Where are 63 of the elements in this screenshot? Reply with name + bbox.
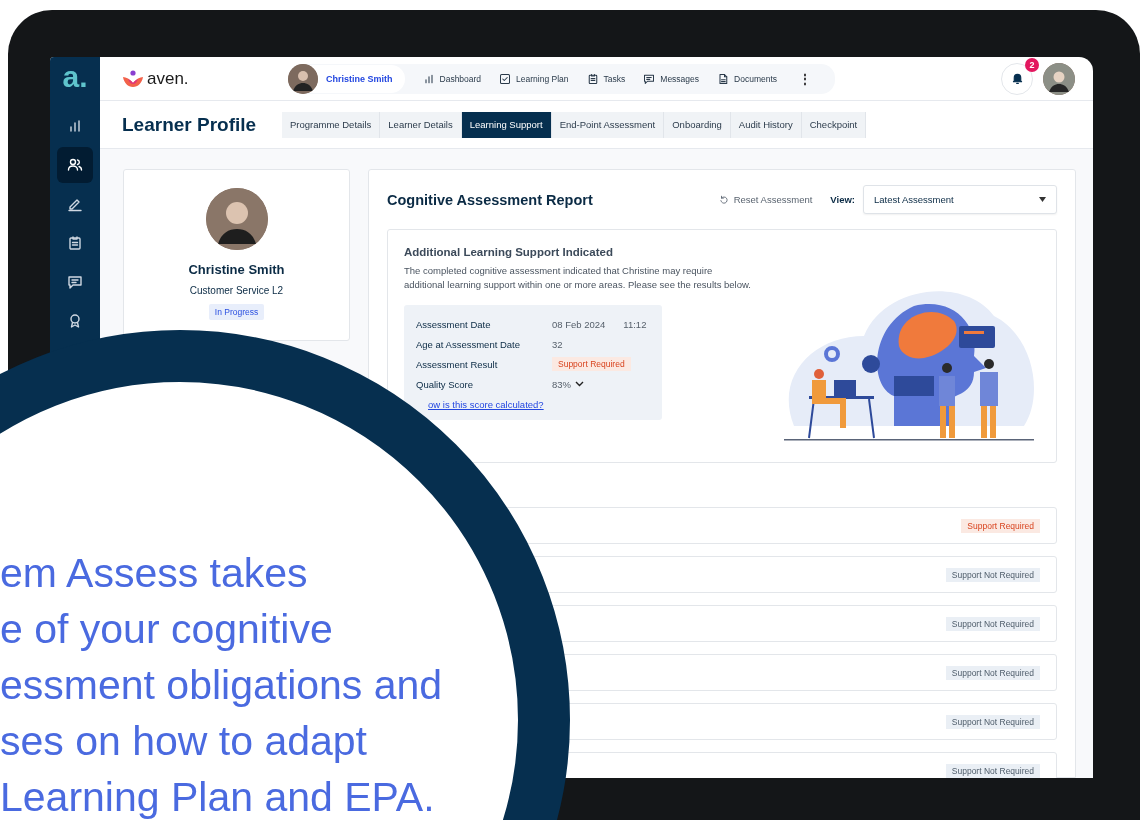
detail-label: Assessment Result bbox=[416, 358, 499, 370]
learner-name: Christine Smith bbox=[188, 262, 285, 277]
nav-link[interactable]: Dashboard bbox=[422, 72, 482, 85]
detail-label: Assessment Date bbox=[416, 318, 492, 330]
score-help-link[interactable]: ow is this score calculated? bbox=[428, 399, 544, 410]
detail-time: 11:12 bbox=[623, 318, 647, 330]
summary-text: The completed cognitive assessment indicated that Christine may require additional learning support within one or more areas. Please see the results below. bbox=[404, 264, 752, 291]
avatar-icon bbox=[205, 188, 268, 250]
detail-label: Quality Score bbox=[416, 378, 475, 390]
tab[interactable]: Learning Support bbox=[461, 111, 552, 138]
status-badge: Support Not Required bbox=[945, 616, 1040, 631]
message-icon bbox=[643, 72, 656, 85]
sidebar-item[interactable] bbox=[57, 147, 93, 183]
bell-icon bbox=[1010, 72, 1024, 85]
checkbox-icon bbox=[499, 72, 512, 85]
promo-text: em Assess takes e of your cognitive essment obligations and ses on how to adapt Learning Plan and EPA. bbox=[0, 549, 443, 820]
user-pill[interactable]: Christine Smith bbox=[288, 64, 405, 93]
tab[interactable]: Onboarding bbox=[664, 111, 731, 138]
people-icon bbox=[67, 157, 83, 173]
award-icon bbox=[67, 313, 83, 329]
result-badge: Support Required bbox=[552, 357, 631, 371]
detail-value: 32 bbox=[552, 338, 563, 350]
tab[interactable]: Learner Details bbox=[380, 111, 462, 138]
nav-link[interactable]: Documents bbox=[717, 72, 778, 85]
status-badge: In Progress bbox=[208, 304, 265, 320]
status-badge: Support Not Required bbox=[945, 763, 1040, 778]
chevron-icon bbox=[575, 381, 584, 387]
app-logo: a. bbox=[62, 59, 88, 95]
avatar-icon bbox=[288, 63, 318, 94]
view-dropdown[interactable]: Latest Assessment bbox=[863, 185, 1057, 214]
status-badge: Support Required bbox=[961, 518, 1040, 533]
caret-icon bbox=[1039, 197, 1046, 202]
notification-count: 2 bbox=[1025, 57, 1039, 72]
message-icon bbox=[67, 274, 83, 290]
bar-chart-icon bbox=[67, 118, 83, 134]
tab[interactable]: Programme Details bbox=[282, 111, 381, 138]
nav-link[interactable]: Messages bbox=[643, 72, 700, 85]
more-menu[interactable]: ⋮ bbox=[799, 71, 812, 86]
reset-icon bbox=[718, 194, 729, 205]
course-name: Customer Service L2 bbox=[189, 285, 284, 296]
status-badge: Support Not Required bbox=[945, 665, 1040, 680]
tab[interactable]: Audit History bbox=[730, 111, 802, 138]
tab[interactable]: Checkpoint bbox=[801, 111, 867, 138]
document-icon bbox=[717, 72, 730, 85]
tab[interactable]: End-Point Assessment bbox=[551, 111, 665, 138]
report-title: Cognitive Assessment Report bbox=[387, 191, 593, 208]
score-dropdown[interactable]: 83% bbox=[552, 378, 584, 390]
detail-label: Age at Assessment Date bbox=[416, 338, 522, 350]
clipboard-icon bbox=[67, 235, 83, 251]
clipboard-icon bbox=[586, 72, 599, 85]
nav-link[interactable]: Learning Plan bbox=[499, 72, 569, 85]
status-badge: Support Not Required bbox=[945, 714, 1040, 729]
flower-logo-icon bbox=[122, 69, 144, 88]
nav-link[interactable]: Tasks bbox=[586, 72, 626, 85]
detail-value: 08 Feb 2024 bbox=[552, 318, 606, 330]
bar-chart-icon bbox=[422, 72, 435, 85]
summary-title: Additional Learning Support Indicated bbox=[404, 246, 614, 258]
reset-button[interactable]: Reset Assessment bbox=[718, 194, 813, 205]
avatar-icon[interactable] bbox=[1043, 62, 1075, 95]
status-badge: Support Not Required bbox=[945, 567, 1040, 582]
view-label: View: bbox=[830, 194, 855, 205]
page-title: Learner Profile bbox=[122, 113, 258, 136]
brand-name: aven. bbox=[147, 68, 189, 89]
